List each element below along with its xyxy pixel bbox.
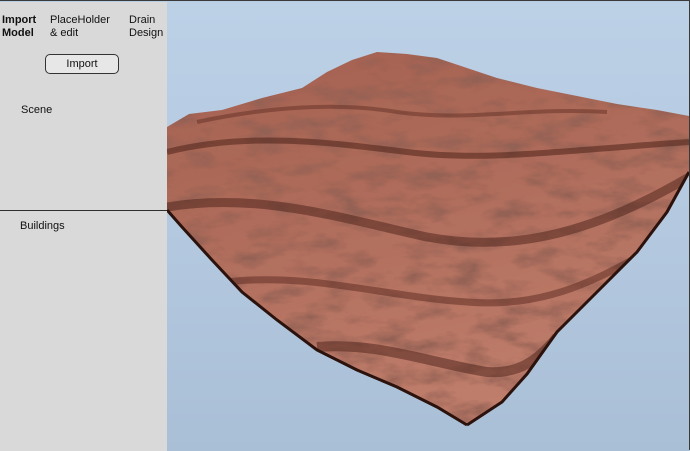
buildings-section-label: Buildings: [20, 220, 65, 232]
terrain-model[interactable]: [167, 2, 689, 451]
scene-section-label: Scene: [21, 104, 53, 116]
sidebar-panel: Import Model PlaceHolder & edit Drain De…: [0, 2, 167, 451]
tab-import-model[interactable]: Import Model: [2, 14, 36, 40]
tab-placeholder-edit[interactable]: PlaceHolder & edit: [50, 14, 110, 40]
sidebar-divider: [0, 210, 168, 211]
tab-drain-design[interactable]: Drain Design: [129, 14, 163, 40]
3d-viewport[interactable]: [167, 2, 689, 451]
app-window: Import Model PlaceHolder & edit Drain De…: [0, 0, 690, 451]
import-button[interactable]: Import: [45, 54, 119, 74]
